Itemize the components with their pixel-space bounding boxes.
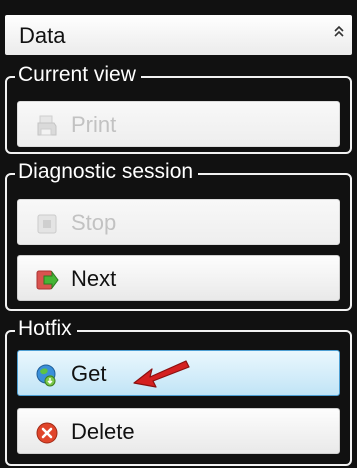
print-button-label: Print [71,112,117,137]
stop-button[interactable]: Stop [17,199,340,245]
get-button-label: Get [71,361,107,386]
delete-icon [36,422,58,444]
diagnostic-session-group: Diagnostic session Stop Next [5,160,352,311]
panel-header[interactable]: Data [5,15,352,55]
printer-icon [37,115,57,136]
delete-button[interactable]: Delete [17,408,340,454]
print-button[interactable]: Print [17,101,340,147]
current-view-group: Current view Print [5,63,352,154]
stop-icon [37,214,57,234]
delete-button-label: Delete [71,419,135,444]
group-title-hotfix: Hotfix [15,317,77,341]
globe-download-icon [36,364,56,387]
next-arrow-icon [36,270,59,290]
next-button[interactable]: Next [17,255,340,301]
group-title-diagnostic-session: Diagnostic session [15,160,199,184]
stop-button-label: Stop [71,210,117,235]
red-arrow-icon [133,360,190,388]
group-title-current-view: Current view [15,63,141,87]
next-button-label: Next [71,266,117,291]
data-panel: Data Current view Print Diagnostic sessi… [0,0,357,468]
hotfix-group: Hotfix Get Delete [5,317,352,466]
collapse-icon[interactable] [334,25,344,43]
panel-title: Data [19,23,66,48]
